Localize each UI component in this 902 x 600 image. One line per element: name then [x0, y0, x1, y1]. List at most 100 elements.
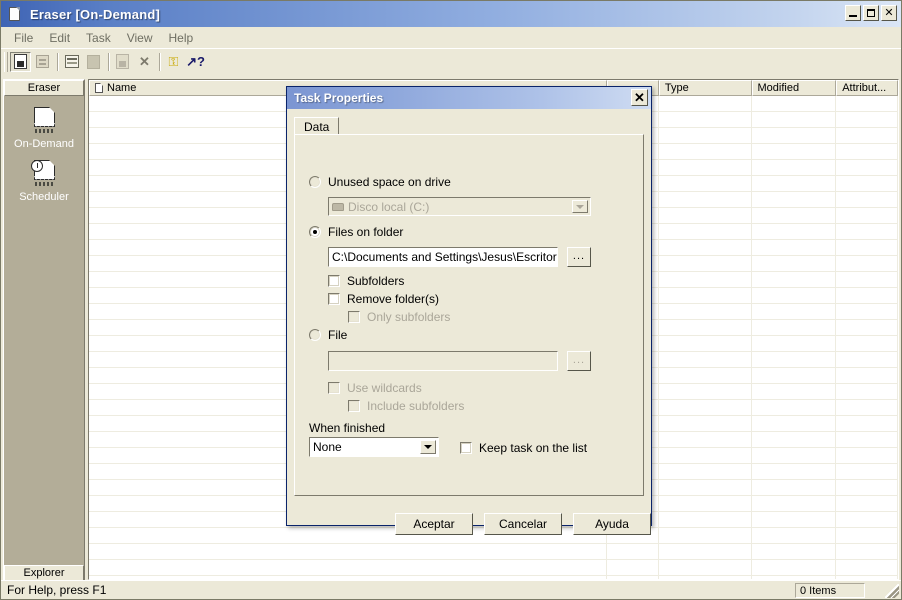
column-header-type[interactable]: Type [659, 80, 752, 96]
window-controls: ✕ [845, 5, 897, 21]
maximize-button[interactable] [863, 5, 879, 21]
browse-file-button[interactable]: ... [567, 351, 591, 371]
schedule-icon [65, 55, 79, 68]
properties-button[interactable] [32, 52, 53, 72]
checkbox-keep-task-on-list[interactable]: Keep task on the list [460, 441, 587, 455]
table-row[interactable] [89, 544, 898, 560]
delete-x-icon: ✕ [139, 55, 150, 68]
close-icon: ✕ [882, 6, 896, 20]
radio-label: File [328, 328, 347, 342]
checkbox-indicator-icon [348, 400, 360, 412]
toolbar-separator-1 [54, 52, 61, 72]
table-cell [659, 192, 752, 208]
radio-label: Unused space on drive [328, 175, 451, 189]
table-cell [752, 368, 837, 384]
key-icon: ⚿ [169, 55, 179, 68]
close-icon: ✕ [634, 91, 645, 104]
browse-label: ... [573, 354, 585, 366]
copy-button[interactable] [112, 52, 133, 72]
table-cell [836, 144, 898, 160]
help-button[interactable]: Ayuda [573, 513, 651, 535]
menu-file[interactable]: File [6, 29, 41, 47]
table-cell [836, 256, 898, 272]
table-cell [752, 240, 837, 256]
drive-icon [332, 203, 344, 211]
table-cell [659, 256, 752, 272]
table-cell [836, 272, 898, 288]
radio-indicator-icon [309, 226, 321, 238]
tab-label: Data [304, 120, 329, 134]
browse-folder-button[interactable]: ... [567, 247, 591, 267]
table-cell [659, 464, 752, 480]
table-cell [752, 528, 837, 544]
menu-view[interactable]: View [119, 29, 161, 47]
schedule-button[interactable] [61, 52, 82, 72]
table-cell [752, 400, 837, 416]
chevron-down-icon[interactable] [420, 440, 436, 454]
radio-unused-space-on-drive[interactable]: Unused space on drive [309, 175, 451, 189]
minimize-button[interactable] [845, 5, 861, 21]
table-cell [89, 560, 607, 576]
sidebar: Eraser On-Demand Scheduler Explorer [3, 79, 85, 582]
drive-selected-value: Disco local (C:) [348, 200, 429, 214]
scheduler-clock-icon [29, 160, 59, 188]
run-button[interactable] [83, 52, 104, 72]
table-cell [752, 448, 837, 464]
table-cell [752, 112, 837, 128]
new-task-icon [14, 54, 27, 69]
help-arrow-icon: ↗? [186, 55, 205, 68]
table-cell [659, 96, 752, 112]
about-button[interactable]: ⚿ [163, 52, 184, 72]
when-finished-select[interactable]: None [309, 437, 439, 457]
table-cell [752, 496, 837, 512]
cancel-label: Cancelar [499, 517, 547, 531]
table-cell [659, 224, 752, 240]
table-row[interactable] [89, 560, 898, 576]
checkbox-indicator-icon [328, 293, 340, 305]
checkbox-only-subfolders: Only subfolders [348, 310, 450, 324]
table-cell [752, 480, 837, 496]
sidebar-item-on-demand[interactable]: On-Demand [4, 107, 84, 150]
table-cell [659, 160, 752, 176]
table-cell [836, 240, 898, 256]
table-cell [752, 544, 837, 560]
on-demand-icon [29, 107, 59, 135]
column-header-attributes[interactable]: Attribut... [836, 80, 898, 96]
tab-data[interactable]: Data [294, 117, 339, 135]
copy-icon [116, 54, 129, 69]
chevron-down-icon[interactable] [572, 200, 588, 213]
new-task-button[interactable] [10, 52, 31, 72]
table-cell [836, 480, 898, 496]
checkbox-label: Use wildcards [347, 381, 422, 395]
ok-button[interactable]: Aceptar [395, 513, 473, 535]
dialog-close-button[interactable]: ✕ [631, 89, 648, 106]
menu-edit[interactable]: Edit [41, 29, 78, 47]
table-cell [659, 528, 752, 544]
checkbox-subfolders[interactable]: Subfolders [328, 274, 404, 288]
file-path-input[interactable] [328, 351, 558, 371]
sidebar-footer-explorer[interactable]: Explorer [4, 565, 84, 581]
checkbox-remove-folders[interactable]: Remove folder(s) [328, 292, 439, 306]
menu-task[interactable]: Task [78, 29, 119, 47]
sidebar-item-scheduler[interactable]: Scheduler [4, 160, 84, 203]
resize-grip-icon[interactable] [885, 584, 899, 598]
cancel-button[interactable]: Cancelar [484, 513, 562, 535]
close-button[interactable]: ✕ [881, 5, 897, 21]
toolbar-grip[interactable] [4, 52, 8, 72]
dialog-title: Task Properties [287, 91, 383, 105]
menu-help[interactable]: Help [161, 29, 202, 47]
radio-files-on-folder[interactable]: Files on folder [309, 225, 403, 239]
window-title: Eraser [On-Demand] [30, 7, 160, 22]
table-cell [659, 544, 752, 560]
ok-label: Aceptar [413, 517, 454, 531]
radio-file[interactable]: File [309, 328, 347, 342]
document-column-icon [95, 83, 103, 93]
sidebar-header-eraser[interactable]: Eraser [4, 80, 84, 96]
context-help-button[interactable]: ↗? [185, 52, 206, 72]
drive-select[interactable]: Disco local (C:) [328, 197, 591, 216]
delete-button[interactable]: ✕ [134, 52, 155, 72]
folder-path-input[interactable]: C:\Documents and Settings\Jesus\Escritor… [328, 247, 558, 267]
table-cell [659, 288, 752, 304]
table-cell [752, 352, 837, 368]
column-header-modified[interactable]: Modified [752, 80, 837, 96]
